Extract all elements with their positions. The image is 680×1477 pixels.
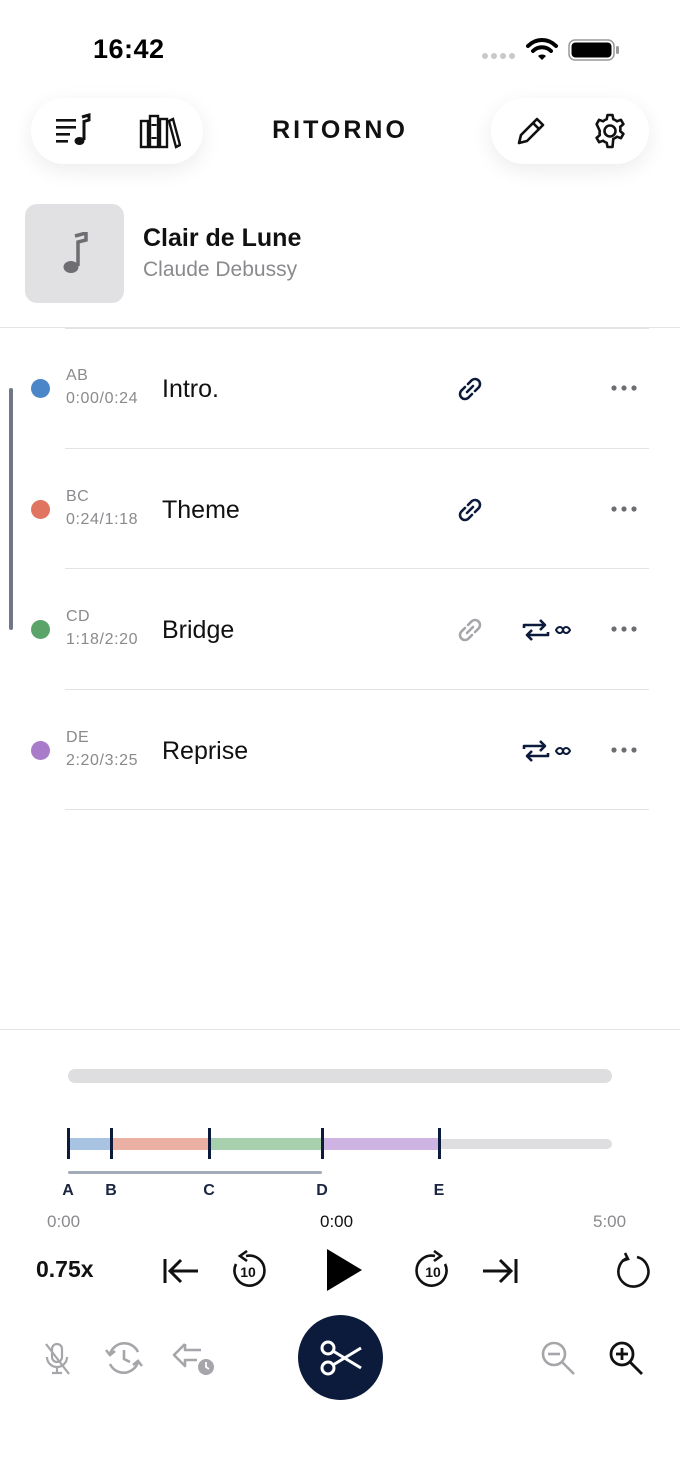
track-artist: Claude Debussy xyxy=(143,258,298,281)
section-row[interactable]: DE 2:20/3:25 Reprise xyxy=(0,690,680,810)
microphone-off-icon[interactable] xyxy=(38,1338,76,1380)
marker-label-d: D xyxy=(316,1182,328,1199)
more-options-icon[interactable] xyxy=(606,497,642,521)
section-row[interactable]: AB 0:00/0:24 Intro. xyxy=(0,328,680,449)
skip-to-start-icon[interactable] xyxy=(160,1250,202,1292)
track-title: Clair de Lune xyxy=(143,224,302,252)
marker-e xyxy=(438,1128,441,1159)
section-name: Reprise xyxy=(162,736,249,765)
section-row[interactable]: BC 0:24/1:18 Theme xyxy=(0,449,680,569)
restart-icon[interactable] xyxy=(612,1248,656,1292)
loop-infinite-icon[interactable] xyxy=(520,615,576,645)
section-range: 0:24/1:18 xyxy=(66,510,139,528)
more-options-icon[interactable] xyxy=(606,738,642,762)
music-note-icon xyxy=(63,231,88,273)
link-icon[interactable] xyxy=(452,372,488,406)
battery-icon xyxy=(568,39,619,61)
time-current: 0:00 xyxy=(320,1212,354,1231)
zoom-out-icon[interactable] xyxy=(536,1336,580,1380)
section-range: 1:18/2:20 xyxy=(66,631,139,648)
linked-range-bar xyxy=(68,1171,322,1174)
link-icon[interactable] xyxy=(452,613,488,647)
status-time: 16:42 xyxy=(93,34,165,64)
section-code: AB xyxy=(66,367,89,384)
section-name: Intro. xyxy=(162,375,219,403)
section-name: Theme xyxy=(162,495,240,524)
cut-section-button[interactable] xyxy=(298,1315,383,1400)
status-bar: 16:42 xyxy=(0,0,680,100)
play-icon[interactable] xyxy=(318,1245,368,1295)
section-color-dot xyxy=(31,740,50,760)
rewind-10-icon[interactable]: 10 xyxy=(226,1248,270,1292)
skip-to-end-icon[interactable] xyxy=(479,1250,521,1292)
marker-label-e: E xyxy=(433,1182,445,1199)
section-color-dot xyxy=(31,379,50,398)
timeline-segment-ab xyxy=(68,1138,111,1150)
marker-c xyxy=(208,1128,211,1159)
more-options-icon[interactable] xyxy=(606,376,642,400)
timeline-scrollbar[interactable] xyxy=(68,1069,612,1083)
marker-d xyxy=(321,1128,324,1159)
timeline-segment-bc xyxy=(111,1138,209,1150)
section-code: DE xyxy=(66,728,90,746)
marker-a xyxy=(67,1128,70,1159)
sections-list: AB 0:00/0:24 Intro. BC 0:24/1:18 Theme C… xyxy=(0,328,680,810)
playback-speed-button[interactable]: 0.75x xyxy=(36,1256,94,1283)
section-name: Bridge xyxy=(162,616,235,644)
marker-label-b: B xyxy=(105,1182,117,1199)
time-start: 0:00 xyxy=(47,1212,81,1231)
zoom-in-icon[interactable] xyxy=(604,1336,648,1380)
track-header: Clair de Lune Claude Debussy xyxy=(0,200,680,328)
section-range: 0:00/0:24 xyxy=(66,390,139,407)
right-toolbar xyxy=(491,98,649,164)
cellular-signal-icon xyxy=(482,53,515,59)
section-timeline[interactable] xyxy=(0,1125,680,1175)
svg-text:10: 10 xyxy=(240,1264,256,1280)
section-color-dot xyxy=(31,499,50,519)
marker-label-a: A xyxy=(62,1182,74,1199)
more-options-icon[interactable] xyxy=(606,617,642,641)
section-range: 2:20/3:25 xyxy=(66,751,139,769)
player-panel: A B C D E 0:00 0:00 5:00 0.75x 10 10 xyxy=(0,1029,680,1477)
time-end: 5:00 xyxy=(593,1212,627,1231)
scissors-icon xyxy=(320,1340,362,1375)
timeline-segment-de xyxy=(322,1138,440,1150)
section-row[interactable]: CD 1:18/2:20 Bridge xyxy=(0,569,680,690)
edit-icon[interactable] xyxy=(507,107,555,155)
timeline-segment-cd xyxy=(209,1138,322,1150)
forward-10-icon[interactable]: 10 xyxy=(411,1248,455,1292)
album-artwork xyxy=(25,204,124,303)
marker-b xyxy=(110,1128,113,1159)
loop-infinite-icon[interactable] xyxy=(520,736,576,766)
settings-gear-icon[interactable] xyxy=(586,107,634,155)
section-code: CD xyxy=(66,608,91,625)
link-icon[interactable] xyxy=(452,493,488,527)
wifi-icon xyxy=(526,38,558,60)
undo-history-icon[interactable] xyxy=(170,1336,218,1380)
section-code: BC xyxy=(66,487,90,505)
section-color-dot xyxy=(31,620,50,639)
marker-label-c: C xyxy=(203,1182,215,1199)
history-icon[interactable] xyxy=(102,1336,146,1380)
svg-text:10: 10 xyxy=(425,1264,441,1280)
